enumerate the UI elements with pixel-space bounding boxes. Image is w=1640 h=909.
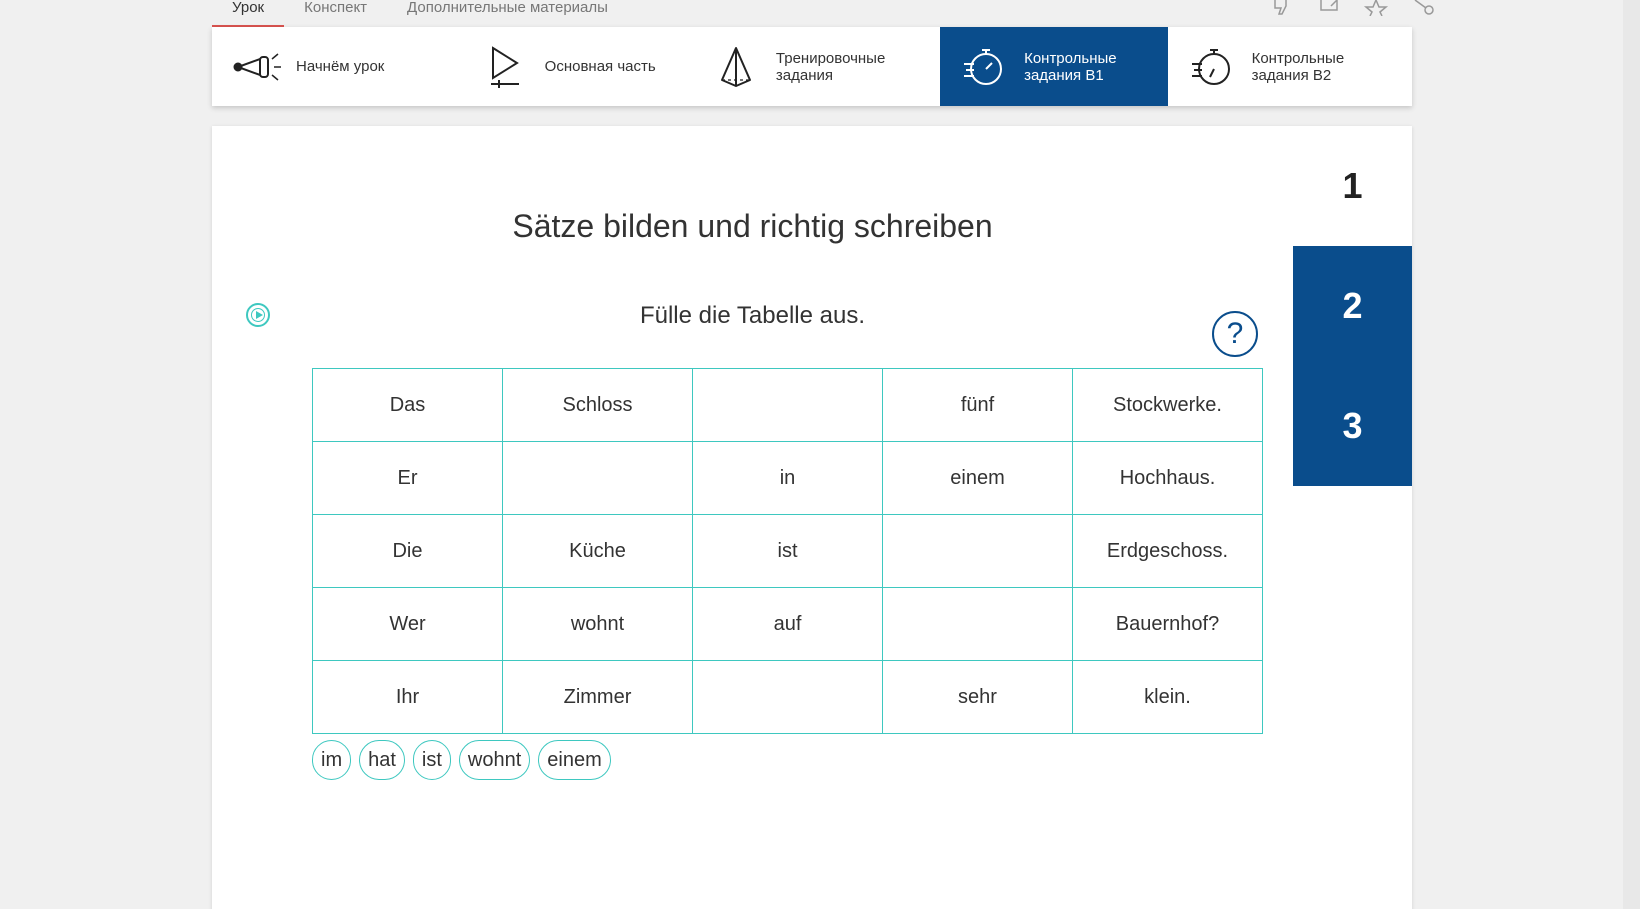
step-list: 1 2 3	[1293, 126, 1412, 486]
nav-main-part[interactable]: Основная часть	[453, 27, 692, 106]
nav-control-tasks-b1[interactable]: Контрольные задания В1	[940, 27, 1168, 106]
table-cell: in	[692, 441, 883, 515]
nav-training-tasks[interactable]: Тренировочные задания	[692, 27, 940, 106]
nav-start-lesson[interactable]: Начнём урок	[212, 27, 453, 106]
table-row: Er in einem Hochhaus.	[312, 441, 1263, 515]
section-nav: Начнём урок Основная часть Тренировочные…	[212, 27, 1412, 106]
nav-label: Тренировочные задания	[775, 49, 886, 84]
nav-label: Начнём урок	[296, 58, 385, 75]
word-chip[interactable]: hat	[359, 740, 405, 780]
table-cell: Ihr	[312, 660, 503, 734]
top-toolbar	[1270, 0, 1436, 20]
nav-label: Контрольные задания В1	[1024, 49, 1117, 84]
export-icon[interactable]	[1316, 0, 1344, 18]
word-chip[interactable]: ist	[412, 740, 451, 780]
tab-lesson[interactable]: Урок	[212, 0, 285, 28]
table-cell: Zimmer	[502, 660, 693, 734]
step-2[interactable]: 2	[1293, 246, 1412, 366]
table-cell: Stockwerke.	[1072, 368, 1263, 442]
table-cell: Hochhaus.	[1072, 441, 1263, 515]
share-icon[interactable]	[1408, 0, 1436, 18]
table-cell: Das	[312, 368, 503, 442]
table-row: Die Küche ist Erdgeschoss.	[312, 514, 1263, 588]
lesson-page: Урок Конспект Дополнительные материалы Н…	[0, 0, 1640, 909]
drop-cell[interactable]	[692, 660, 883, 734]
nav-control-tasks-b2[interactable]: Контрольные задания В2	[1168, 27, 1412, 106]
table-cell: ist	[692, 514, 883, 588]
drop-cell[interactable]	[882, 514, 1073, 588]
table-row: Wer wohnt auf Bauernhof?	[312, 587, 1263, 661]
table-cell: fünf	[882, 368, 1073, 442]
sentence-table: Das Schloss fünf Stockwerke. Er in einem Hochha…	[312, 368, 1263, 734]
pyramid-icon	[710, 45, 762, 89]
table-cell: Er	[312, 441, 503, 515]
table-row: Das Schloss fünf Stockwerke.	[312, 368, 1263, 442]
stopwatch-icon	[1186, 45, 1238, 89]
table-cell: Bauernhof?	[1072, 587, 1263, 661]
table-cell: auf	[692, 587, 883, 661]
exercise-instruction: Fülle die Tabelle aus.	[639, 302, 866, 329]
table-cell: Erdgeschoss.	[1072, 514, 1263, 588]
play-icon	[479, 45, 531, 89]
step-3[interactable]: 3	[1293, 366, 1412, 486]
exercise-title: Sätze bilden und richtig schreiben	[512, 208, 993, 244]
exercise-card: Sätze bilden und richtig schreiben Fülle…	[212, 126, 1412, 909]
scrollbar[interactable]	[1623, 0, 1640, 909]
thumbs-down-icon[interactable]	[1270, 0, 1298, 18]
drop-cell[interactable]	[692, 368, 883, 442]
nav-label: Основная часть	[544, 58, 656, 75]
table-row: Ihr Zimmer sehr klein.	[312, 660, 1263, 734]
table-cell: wohnt	[502, 587, 693, 661]
tab-summary[interactable]: Конспект	[284, 0, 387, 25]
table-cell: klein.	[1072, 660, 1263, 734]
word-chip[interactable]: im	[312, 740, 352, 780]
stopwatch-icon	[958, 45, 1010, 89]
table-cell: sehr	[882, 660, 1073, 734]
table-cell: einem	[882, 441, 1073, 515]
table-cell: Wer	[312, 587, 503, 661]
table-cell: Küche	[502, 514, 693, 588]
word-chip[interactable]: einem	[538, 740, 611, 780]
tab-extra-materials[interactable]: Дополнительные материалы	[387, 0, 628, 25]
table-cell: Die	[312, 514, 503, 588]
word-bank: im hat ist wohnt einem	[312, 740, 611, 780]
word-chip[interactable]: wohnt	[458, 740, 531, 780]
step-1[interactable]: 1	[1293, 126, 1412, 246]
top-tabs: Урок Конспект Дополнительные материалы	[212, 0, 628, 28]
help-button[interactable]: ?	[1212, 311, 1258, 357]
megaphone-icon	[230, 45, 282, 89]
nav-label: Контрольные задания В2	[1251, 49, 1345, 84]
table-cell: Schloss	[502, 368, 693, 442]
drop-cell[interactable]	[502, 441, 693, 515]
star-icon[interactable]	[1362, 0, 1390, 18]
drop-cell[interactable]	[882, 587, 1073, 661]
